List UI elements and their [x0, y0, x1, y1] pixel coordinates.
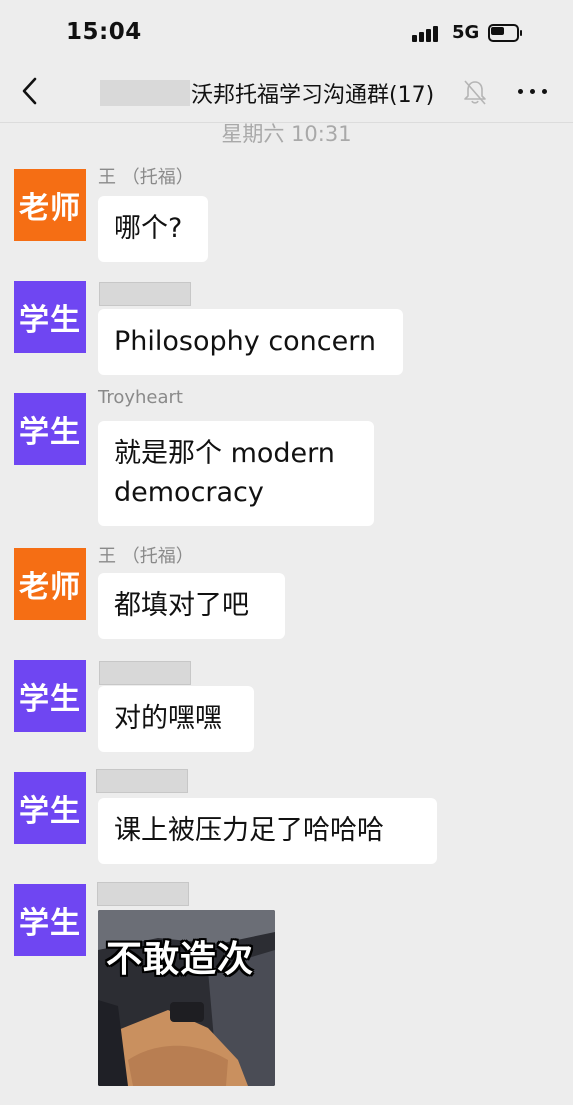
sender-name-redaction	[99, 661, 191, 685]
chat-timestamp: 星期六 10:31	[221, 122, 352, 146]
message-bubble[interactable]: 课上被压力足了哈哈哈	[98, 798, 437, 864]
chevron-left-icon[interactable]	[18, 76, 44, 106]
chat-header: 沃邦托福学习沟通群(17)	[0, 60, 573, 123]
battery-icon	[488, 24, 522, 42]
sender-name: 王 （托福）	[98, 546, 194, 567]
sticker-caption: 不敢造次	[106, 939, 255, 980]
title-redaction	[100, 80, 190, 106]
sender-name-redaction	[99, 282, 191, 306]
signal-bars-icon	[412, 26, 442, 42]
avatar[interactable]: 学生	[14, 772, 86, 844]
message-bubble[interactable]: 就是那个 modern democracy	[98, 421, 374, 526]
avatar[interactable]: 学生	[14, 393, 86, 465]
avatar[interactable]: 学生	[14, 884, 86, 956]
avatar[interactable]: 学生	[14, 281, 86, 353]
message-bubble[interactable]: 对的嘿嘿	[98, 686, 254, 752]
chat-title[interactable]: 沃邦托福学习沟通群(17)	[191, 77, 434, 109]
avatar[interactable]: 学生	[14, 660, 86, 732]
sender-name-redaction	[97, 882, 189, 906]
sender-name-redaction	[96, 769, 188, 793]
message-bubble[interactable]: Philosophy concern	[98, 309, 403, 375]
more-options-icon[interactable]	[516, 83, 550, 99]
avatar[interactable]: 老师	[14, 548, 86, 620]
network-type: 5G	[452, 22, 480, 43]
message-bubble[interactable]: 哪个?	[98, 196, 208, 262]
avatar[interactable]: 老师	[14, 169, 86, 241]
sticker-image[interactable]: 不敢造次	[98, 910, 275, 1086]
message-bubble[interactable]: 都填对了吧	[98, 573, 285, 639]
status-bar: 15:04 5G	[0, 0, 573, 60]
sender-name: Troyheart	[98, 387, 183, 408]
status-time: 15:04	[66, 19, 142, 45]
bell-muted-icon	[464, 80, 486, 105]
sender-name: 王 （托福）	[98, 167, 194, 188]
